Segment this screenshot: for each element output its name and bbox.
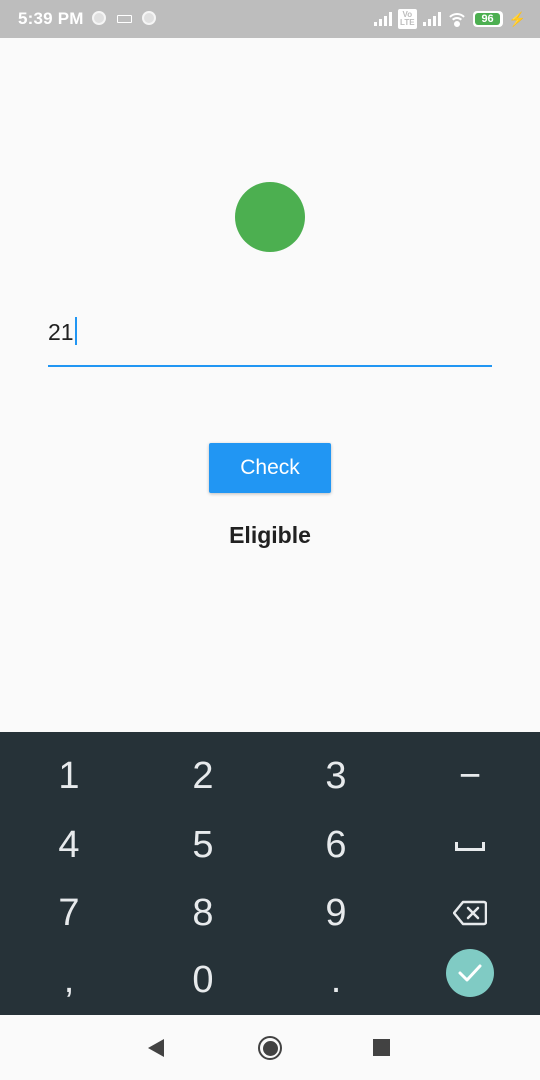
wifi-icon [446, 11, 467, 27]
key-comma[interactable]: , [29, 950, 109, 1010]
charging-icon: ⚡ [508, 10, 526, 27]
result-text: Eligible [229, 522, 311, 548]
key-4[interactable]: 4 [29, 815, 109, 875]
status-bar: 5:39 PM Vo LTE 96 ⚡ [0, 0, 540, 38]
status-time: 5:39 PM [18, 9, 84, 28]
key-1[interactable]: 1 [29, 746, 109, 806]
battery-icon: 96 [472, 11, 503, 27]
notification-icon [142, 11, 156, 25]
text-cursor [74, 316, 77, 345]
age-input[interactable]: 21 [48, 310, 492, 367]
key-2[interactable]: 2 [163, 746, 243, 806]
key-7[interactable]: 7 [29, 883, 109, 943]
numeric-keyboard: 1 2 3 − 4 5 6 7 8 9 , 0 . [0, 732, 540, 1015]
done-button[interactable] [446, 949, 494, 997]
notification-icon [92, 11, 106, 25]
recents-icon[interactable] [373, 1039, 390, 1056]
keyboard-icon [117, 15, 132, 23]
status-indicator-circle [235, 182, 305, 252]
volte-icon: Vo LTE [398, 9, 417, 29]
key-3[interactable]: 3 [296, 746, 376, 806]
key-period[interactable]: . [296, 950, 376, 1010]
signal-icon [374, 12, 393, 26]
navigation-bar [0, 1015, 540, 1080]
key-5[interactable]: 5 [163, 815, 243, 875]
key-minus[interactable]: − [430, 746, 510, 806]
key-6[interactable]: 6 [296, 815, 376, 875]
key-9[interactable]: 9 [296, 883, 376, 943]
backspace-icon[interactable] [453, 900, 487, 926]
checkmark-icon [458, 964, 482, 982]
key-8[interactable]: 8 [163, 883, 243, 943]
age-input-value: 21 [48, 319, 74, 345]
space-key-icon[interactable] [455, 842, 485, 851]
home-icon[interactable] [258, 1036, 282, 1060]
check-button[interactable]: Check [209, 443, 331, 493]
battery-level: 96 [481, 13, 494, 25]
back-icon[interactable] [148, 1039, 164, 1057]
key-0[interactable]: 0 [163, 950, 243, 1010]
signal-icon [422, 12, 441, 26]
